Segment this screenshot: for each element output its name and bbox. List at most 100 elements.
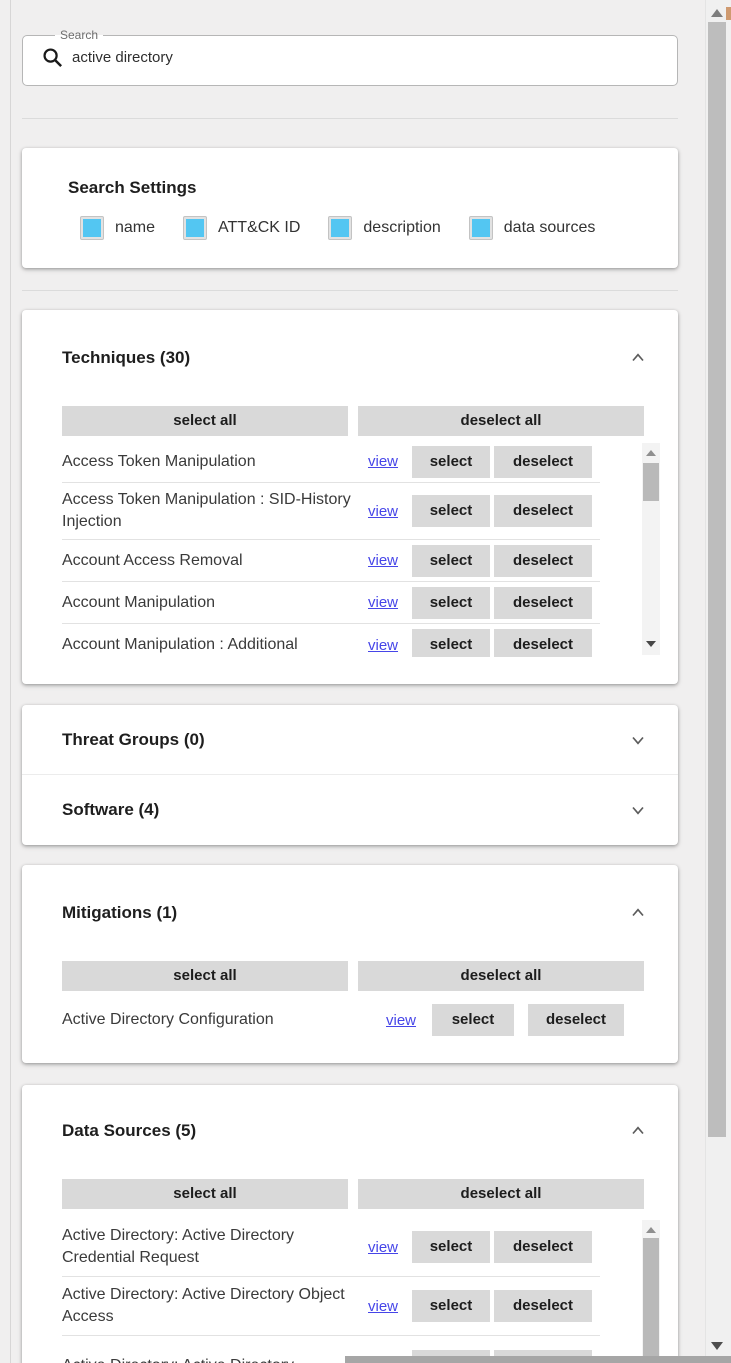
select-button[interactable]: select — [412, 629, 490, 657]
page-scrollbar-thumb[interactable] — [708, 22, 726, 1137]
scrollbar-thumb[interactable] — [643, 463, 659, 501]
threat-groups-header[interactable]: Threat Groups (0) — [22, 705, 678, 774]
deselect-button[interactable]: deselect — [494, 1231, 592, 1263]
data-source-row: Active Directory: Active Directory Objec… — [62, 1277, 600, 1336]
checkbox-data-sources-fill — [472, 219, 490, 237]
view-link[interactable]: view — [368, 594, 398, 611]
corner-chip — [726, 7, 731, 20]
option-data-sources-label: data sources — [504, 219, 596, 237]
option-name-label: name — [115, 219, 155, 237]
divider — [22, 290, 678, 291]
scroll-up-arrow[interactable] — [646, 450, 656, 456]
techniques-select-all-button[interactable]: select all — [62, 406, 348, 436]
scroll-up-arrow[interactable] — [711, 9, 723, 17]
select-button[interactable]: select — [412, 1290, 490, 1322]
view-link[interactable]: view — [368, 1298, 398, 1315]
software-title: Software (4) — [62, 800, 159, 820]
checkbox-name[interactable] — [80, 216, 104, 240]
data-source-row: Active Directory: Active Directory Crede… — [62, 1218, 600, 1277]
data-sources-section: Data Sources (5) select all deselect all… — [22, 1085, 678, 1363]
select-button[interactable]: select — [412, 446, 490, 478]
deselect-button[interactable]: deselect — [494, 629, 592, 657]
scroll-down-arrow[interactable] — [711, 1342, 723, 1350]
checkbox-description[interactable] — [328, 216, 352, 240]
expand-chevron-down-icon[interactable] — [628, 800, 648, 820]
deselect-button[interactable]: deselect — [528, 1004, 624, 1036]
view-link[interactable]: view — [368, 552, 398, 569]
techniques-list-scrollbar[interactable] — [642, 443, 660, 655]
technique-row: Access Token Manipulation : SID-History … — [62, 483, 600, 540]
search-field[interactable]: Search active directory — [22, 28, 678, 86]
mitigations-select-all-button[interactable]: select all — [62, 961, 348, 991]
option-data-sources[interactable]: data sources — [469, 216, 596, 240]
view-link[interactable]: view — [368, 453, 398, 470]
collapse-chevron-up-icon[interactable] — [628, 903, 648, 923]
option-description[interactable]: description — [328, 216, 440, 240]
search-icon — [41, 46, 64, 69]
page-scrollbar[interactable] — [705, 0, 731, 1363]
deselect-button[interactable]: deselect — [494, 545, 592, 577]
scrollbar-thumb[interactable] — [643, 1238, 659, 1363]
data-sources-deselect-all-button[interactable]: deselect all — [358, 1179, 644, 1209]
horizontal-scrollbar-thumb[interactable] — [345, 1356, 731, 1363]
technique-row: Account Manipulation view select deselec… — [62, 582, 600, 624]
mitigations-section: Mitigations (1) select all deselect all … — [22, 865, 678, 1063]
expand-chevron-down-icon[interactable] — [628, 730, 648, 750]
technique-name: Access Token Manipulation : SID-History … — [62, 489, 368, 532]
data-sources-select-all-button[interactable]: select all — [62, 1179, 348, 1209]
technique-name: Account Manipulation : Additional — [62, 634, 368, 656]
view-link[interactable]: view — [368, 637, 398, 654]
panel-left-border — [10, 0, 11, 1363]
technique-row: Access Token Manipulation view select de… — [62, 441, 600, 483]
option-description-label: description — [363, 219, 440, 237]
view-link[interactable]: view — [386, 1012, 416, 1029]
mitigation-name: Active Directory Configuration — [62, 1009, 386, 1031]
option-name[interactable]: name — [80, 216, 155, 240]
threat-groups-title: Threat Groups (0) — [62, 730, 205, 750]
technique-row: Account Manipulation : Additional view s… — [62, 624, 600, 657]
mitigations-list: Active Directory Configuration view sele… — [62, 999, 660, 1069]
checkbox-attack-id[interactable] — [183, 216, 207, 240]
search-sidebar-panel: Search active directory Search Settings … — [0, 0, 731, 1363]
deselect-button[interactable]: deselect — [494, 495, 592, 527]
option-attack-id[interactable]: ATT&CK ID — [183, 216, 300, 240]
mitigations-deselect-all-button[interactable]: deselect all — [358, 961, 644, 991]
collapse-chevron-up-icon[interactable] — [628, 1121, 648, 1141]
search-settings-card: Search Settings name ATT&CK ID descripti… — [22, 148, 678, 268]
software-header[interactable]: Software (4) — [22, 775, 678, 844]
select-button[interactable]: select — [432, 1004, 514, 1036]
select-button[interactable]: select — [412, 495, 490, 527]
technique-row: Account Access Removal view select desel… — [62, 540, 600, 582]
search-settings-title: Search Settings — [22, 148, 678, 198]
select-button[interactable]: select — [412, 587, 490, 619]
technique-name: Account Manipulation — [62, 592, 368, 614]
mitigations-title: Mitigations (1) — [62, 903, 177, 923]
mitigation-row: Active Directory Configuration view sele… — [62, 999, 654, 1041]
select-button[interactable]: select — [412, 1231, 490, 1263]
checkbox-data-sources[interactable] — [469, 216, 493, 240]
divider — [22, 118, 678, 119]
data-source-name: Active Directory: Active Directory — [62, 1355, 368, 1363]
view-link[interactable]: view — [368, 1239, 398, 1256]
data-source-name: Active Directory: Active Directory Objec… — [62, 1284, 368, 1327]
data-sources-title: Data Sources (5) — [62, 1121, 196, 1141]
deselect-button[interactable]: deselect — [494, 587, 592, 619]
search-field-label: Search — [55, 28, 103, 42]
deselect-button[interactable]: deselect — [494, 446, 592, 478]
deselect-button[interactable]: deselect — [494, 1290, 592, 1322]
techniques-title: Techniques (30) — [62, 348, 190, 368]
scroll-up-arrow[interactable] — [646, 1227, 656, 1233]
techniques-section: Techniques (30) select all deselect all … — [22, 310, 678, 684]
techniques-list: Access Token Manipulation view select de… — [62, 441, 660, 657]
view-link[interactable]: view — [368, 503, 398, 520]
data-sources-list-scrollbar[interactable] — [642, 1220, 660, 1363]
techniques-deselect-all-button[interactable]: deselect all — [358, 406, 644, 436]
option-attack-id-label: ATT&CK ID — [218, 219, 300, 237]
search-settings-options: name ATT&CK ID description data sources — [80, 216, 678, 240]
collapse-chevron-up-icon[interactable] — [628, 348, 648, 368]
checkbox-description-fill — [331, 219, 349, 237]
technique-name: Access Token Manipulation — [62, 451, 368, 473]
search-input[interactable]: active directory — [72, 49, 173, 66]
scroll-down-arrow[interactable] — [646, 641, 656, 647]
select-button[interactable]: select — [412, 545, 490, 577]
